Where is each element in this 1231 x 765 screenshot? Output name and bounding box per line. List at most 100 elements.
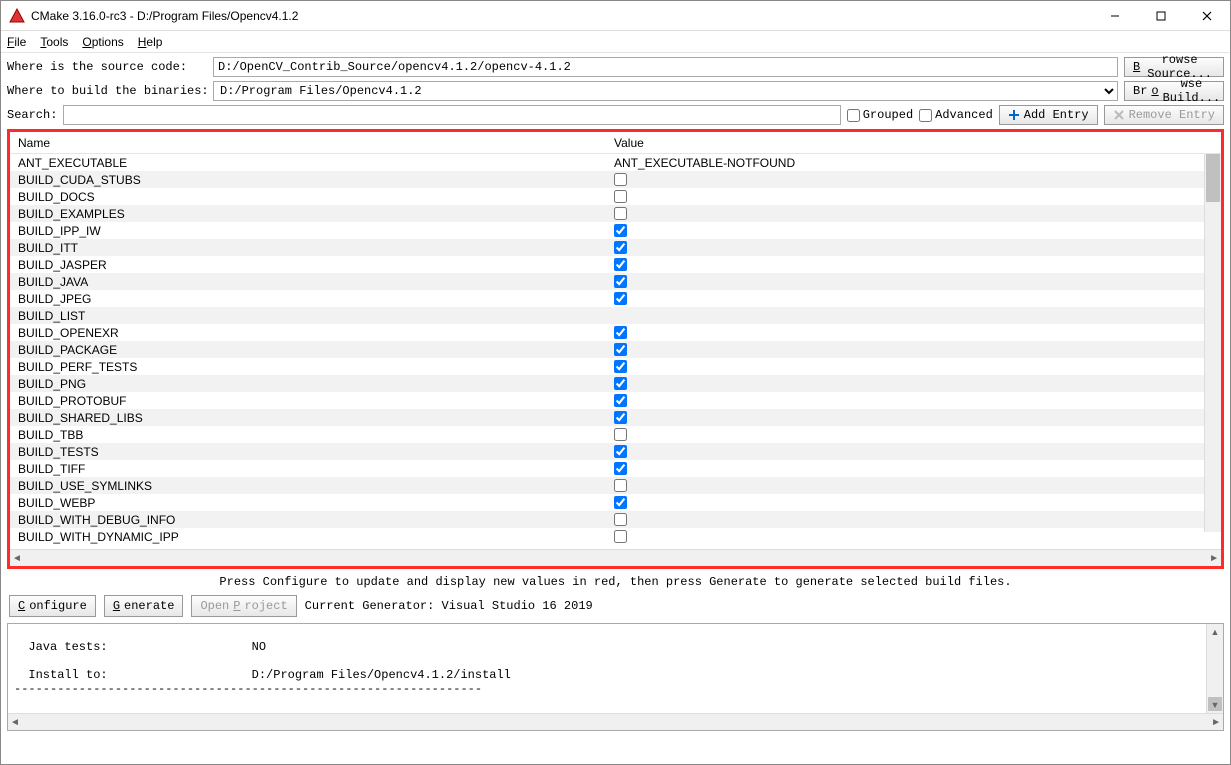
scroll-right-icon[interactable]: ► (1209, 553, 1219, 564)
cache-entry-value[interactable] (610, 190, 1221, 203)
cache-entry-name: BUILD_PNG (10, 377, 610, 391)
cache-entry-name: BUILD_OPENEXR (10, 326, 610, 340)
table-row[interactable]: BUILD_WITH_DYNAMIC_IPP (10, 528, 1221, 545)
configure-button[interactable]: Configure (9, 595, 96, 617)
build-path-combo[interactable]: D:/Program Files/Opencv4.1.2 (213, 81, 1118, 101)
menu-file[interactable]: File (7, 35, 26, 49)
cache-entry-value[interactable] (610, 530, 1221, 543)
table-row[interactable]: BUILD_DOCS (10, 188, 1221, 205)
table-row[interactable]: BUILD_USE_SYMLINKS (10, 477, 1221, 494)
cache-value-checkbox[interactable] (614, 462, 627, 475)
cache-value-checkbox[interactable] (614, 258, 627, 271)
cache-entry-value[interactable] (610, 513, 1221, 526)
cache-value-checkbox[interactable] (614, 207, 627, 220)
cache-value-checkbox[interactable] (614, 377, 627, 390)
table-row[interactable]: BUILD_EXAMPLES (10, 205, 1221, 222)
cache-value-checkbox[interactable] (614, 292, 627, 305)
table-row[interactable]: BUILD_PROTOBUF (10, 392, 1221, 409)
generate-button[interactable]: Generate (104, 595, 184, 617)
cache-value-checkbox[interactable] (614, 428, 627, 441)
search-input[interactable] (63, 105, 840, 125)
browse-build-button[interactable]: Browse Build... (1124, 81, 1224, 101)
scroll-left-icon[interactable]: ◄ (10, 717, 20, 728)
cache-value-checkbox[interactable] (614, 241, 627, 254)
cache-value-checkbox[interactable] (614, 275, 627, 288)
cache-value-checkbox[interactable] (614, 343, 627, 356)
maximize-button[interactable] (1138, 1, 1184, 30)
scroll-left-icon[interactable]: ◄ (12, 553, 22, 564)
add-entry-button[interactable]: Add Entry (999, 105, 1098, 125)
cache-entry-value[interactable] (610, 207, 1221, 220)
cache-entry-value[interactable] (610, 326, 1221, 339)
table-row[interactable]: BUILD_CUDA_STUBS (10, 171, 1221, 188)
cache-entry-value[interactable] (610, 394, 1221, 407)
table-row[interactable]: BUILD_PACKAGE (10, 341, 1221, 358)
table-row[interactable]: BUILD_LIST (10, 307, 1221, 324)
cache-value-checkbox[interactable] (614, 173, 627, 186)
table-row[interactable]: BUILD_WEBP (10, 494, 1221, 511)
cache-entry-value[interactable] (610, 479, 1221, 492)
column-header-name[interactable]: Name (10, 136, 610, 150)
cache-value-checkbox[interactable] (614, 411, 627, 424)
cache-entry-value[interactable] (610, 292, 1221, 305)
close-button[interactable] (1184, 1, 1230, 30)
cache-entry-value[interactable] (610, 360, 1221, 373)
cache-value-checkbox[interactable] (614, 530, 627, 543)
cache-value-checkbox[interactable] (614, 360, 627, 373)
cache-value-checkbox[interactable] (614, 496, 627, 509)
source-path-input[interactable] (213, 57, 1118, 77)
cache-value-checkbox[interactable] (614, 326, 627, 339)
menu-help[interactable]: Help (138, 35, 163, 49)
cache-entry-value[interactable] (610, 275, 1221, 288)
column-header-value[interactable]: Value (610, 136, 1204, 150)
cache-entry-value[interactable] (610, 411, 1221, 424)
browse-source-button[interactable]: Browse Source... (1124, 57, 1224, 77)
table-row[interactable]: ANT_EXECUTABLEANT_EXECUTABLE-NOTFOUND (10, 154, 1221, 171)
table-row[interactable]: BUILD_TESTS (10, 443, 1221, 460)
table-row[interactable]: BUILD_SHARED_LIBS (10, 409, 1221, 426)
cache-value-checkbox[interactable] (614, 190, 627, 203)
grouped-checkbox[interactable]: Grouped (847, 108, 913, 122)
scroll-down-icon[interactable]: ▼ (1207, 697, 1223, 713)
output-text[interactable]: Java tests: NO Install to: D:/Program Fi… (8, 624, 1223, 713)
table-row[interactable]: BUILD_ITT (10, 239, 1221, 256)
menu-tools[interactable]: Tools (40, 35, 68, 49)
cache-value-checkbox[interactable] (614, 513, 627, 526)
cache-entry-value[interactable] (610, 343, 1221, 356)
table-row[interactable]: BUILD_PERF_TESTS (10, 358, 1221, 375)
minimize-button[interactable] (1092, 1, 1138, 30)
cache-value-checkbox[interactable] (614, 445, 627, 458)
cache-entry-value[interactable] (610, 173, 1221, 186)
table-row[interactable]: BUILD_PNG (10, 375, 1221, 392)
cache-entry-value[interactable]: ANT_EXECUTABLE-NOTFOUND (610, 156, 1221, 170)
output-vertical-scrollbar[interactable]: ▲ ▼ (1206, 624, 1223, 713)
cache-value-checkbox[interactable] (614, 394, 627, 407)
advanced-checkbox[interactable]: Advanced (919, 108, 993, 122)
cache-entry-value[interactable] (610, 224, 1221, 237)
scrollbar-thumb[interactable] (1206, 154, 1220, 202)
cache-entry-value[interactable] (610, 258, 1221, 271)
cache-value-checkbox[interactable] (614, 479, 627, 492)
menu-options[interactable]: Options (82, 35, 123, 49)
table-row[interactable]: BUILD_IPP_IW (10, 222, 1221, 239)
cache-entry-value[interactable] (610, 241, 1221, 254)
scroll-up-icon[interactable]: ▲ (1207, 624, 1223, 640)
cache-entry-value[interactable] (610, 462, 1221, 475)
table-row[interactable]: BUILD_JASPER (10, 256, 1221, 273)
table-row[interactable]: BUILD_JAVA (10, 273, 1221, 290)
table-row[interactable]: BUILD_JPEG (10, 290, 1221, 307)
cache-value-checkbox[interactable] (614, 224, 627, 237)
cache-entry-value[interactable] (610, 428, 1221, 441)
table-horizontal-scrollbar[interactable]: ◄ ► (10, 549, 1221, 566)
table-row[interactable]: BUILD_OPENEXR (10, 324, 1221, 341)
scroll-right-icon[interactable]: ► (1211, 717, 1221, 728)
table-row[interactable]: BUILD_TIFF (10, 460, 1221, 477)
cache-entry-value[interactable] (610, 377, 1221, 390)
window-title: CMake 3.16.0-rc3 - D:/Program Files/Open… (31, 9, 1092, 23)
cache-entry-value[interactable] (610, 445, 1221, 458)
output-horizontal-scrollbar[interactable]: ◄ ► (8, 713, 1223, 730)
table-row[interactable]: BUILD_TBB (10, 426, 1221, 443)
table-vertical-scrollbar[interactable] (1204, 154, 1221, 532)
table-row[interactable]: BUILD_WITH_DEBUG_INFO (10, 511, 1221, 528)
cache-entry-value[interactable] (610, 496, 1221, 509)
